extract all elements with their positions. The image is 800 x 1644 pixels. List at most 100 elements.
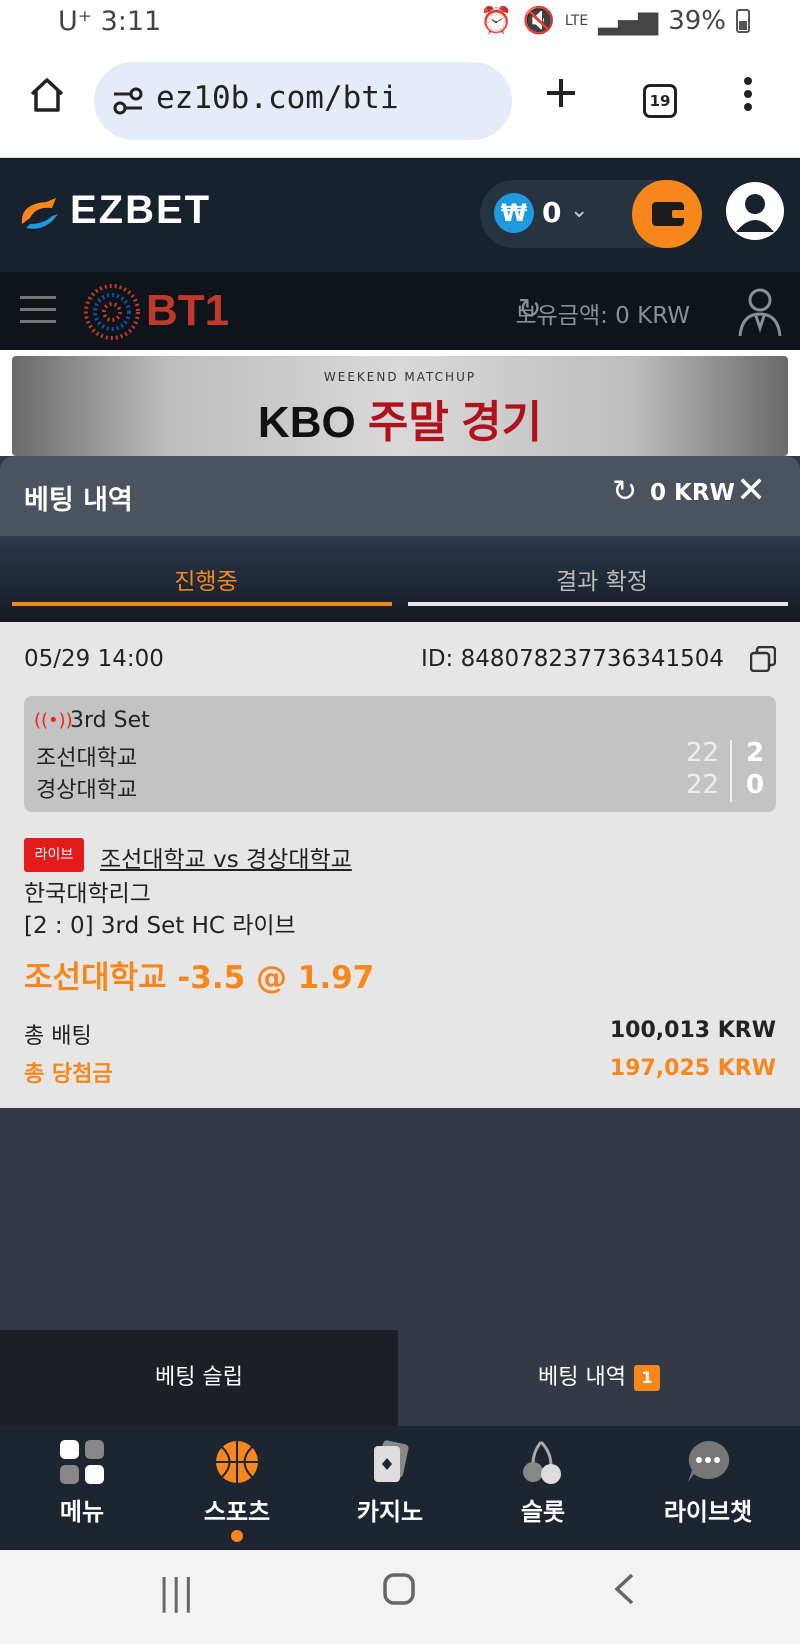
profile-avatar[interactable] <box>726 182 784 240</box>
hamburger-menu-icon[interactable] <box>20 296 56 326</box>
close-icon[interactable]: ✕ <box>736 470 766 511</box>
nav-livechat[interactable]: 라이브챗 <box>638 1438 778 1527</box>
total-stake-label: 총 배팅 <box>24 1024 92 1049</box>
ezbet-logo-icon[interactable] <box>16 194 64 234</box>
nav-slots-label: 슬롯 <box>520 1498 566 1526</box>
copy-icon[interactable] <box>750 646 776 672</box>
browser-toolbar: ez10b.com/bti 19 <box>0 50 800 158</box>
bet-slip-label: 베팅 슬립 <box>155 1365 243 1390</box>
address-bar[interactable]: ez10b.com/bti <box>94 62 512 140</box>
market-name: [2 : 0] 3rd Set HC 라이브 <box>24 913 296 939</box>
basketball-icon <box>216 1441 258 1483</box>
score-divider <box>730 740 732 802</box>
league-name: 한국대학리그 <box>24 881 151 907</box>
home-team-name: 조선대학교 <box>36 746 138 771</box>
more-options-icon[interactable] <box>742 76 754 118</box>
cherry-icon <box>523 1440 561 1484</box>
tab-in-progress[interactable]: 진행중 <box>12 536 400 622</box>
total-win-value: 197,025 KRW <box>609 1056 776 1081</box>
balance-label: 보유금액: 0 KRW <box>515 303 690 329</box>
bt1-brand-text: BT1 <box>146 286 230 335</box>
bet-history-tab[interactable]: 베팅 내역 1 <box>398 1330 800 1426</box>
back-icon[interactable] <box>612 1572 636 1615</box>
cashier-button[interactable] <box>632 180 702 248</box>
bet-history-count-badge: 1 <box>633 1365 660 1391</box>
nav-livechat-label: 라이브챗 <box>663 1498 753 1526</box>
alarm-icon: ⏰ <box>480 6 513 36</box>
tab-in-progress-label: 진행중 <box>174 569 238 595</box>
banner-title-part1: KBO <box>257 398 368 447</box>
nav-menu[interactable]: 메뉴 <box>12 1438 152 1527</box>
match-link[interactable]: 조선대학교 vs 경상대학교 <box>100 840 352 874</box>
new-tab-icon[interactable] <box>544 76 578 116</box>
bt1-dot-logo-icon <box>84 284 140 340</box>
site-logo[interactable]: EZBET <box>70 188 211 233</box>
bt1-logo[interactable]: BT1 <box>82 280 242 344</box>
cards-icon <box>374 1440 409 1482</box>
tab-switcher-button[interactable]: 19 <box>643 84 677 118</box>
nav-sports[interactable]: 스포츠 <box>167 1438 307 1527</box>
bet-id: ID: 848078237736341504 <box>421 646 724 672</box>
banner-title: KBO 주말 경기 <box>12 386 788 450</box>
away-team-sets: 0 <box>746 770 765 800</box>
android-navigation-bar: ||| <box>0 1550 800 1644</box>
live-broadcast-icon: ((•)) <box>34 710 73 731</box>
away-team-points: 22 <box>686 770 720 800</box>
slip-tabs: 베팅 슬립 베팅 내역 1 <box>0 1330 800 1426</box>
chevron-down-icon: ⌄ <box>570 198 589 223</box>
account-icon[interactable] <box>736 286 784 338</box>
nav-casino-label: 카지노 <box>356 1498 424 1526</box>
home-icon[interactable] <box>28 76 66 120</box>
site-header: EZBET ₩ 0 ⌄ <box>0 158 800 272</box>
inactive-tab-underline <box>408 602 788 606</box>
home-button-icon[interactable] <box>382 1572 416 1615</box>
tab-settled-label: 결과 확정 <box>556 569 648 595</box>
total-win-label: 총 당첨금 <box>24 1062 113 1087</box>
network-label: LTE <box>564 13 589 29</box>
battery-icon <box>736 9 750 33</box>
home-team-sets: 2 <box>746 738 765 768</box>
nav-sports-label: 스포츠 <box>203 1498 271 1526</box>
panel-balance: 0 KRW <box>650 480 735 506</box>
wallet-icon <box>652 202 686 226</box>
nav-slots[interactable]: 슬롯 <box>473 1438 613 1527</box>
banner-title-part2: 주말 경기 <box>367 398 543 447</box>
panel-header: 베팅 내역 ↻ 0 KRW ✕ <box>0 456 800 536</box>
live-scoreboard: ((•)) 3rd Set 조선대학교 경상대학교 22 22 2 0 <box>24 696 776 812</box>
tab-settled[interactable]: 결과 확정 <box>408 536 796 622</box>
grid-icon <box>60 1440 104 1484</box>
bottom-navigation: 메뉴 스포츠 카지노 슬롯 라이브챗 <box>0 1426 800 1550</box>
total-stake-value: 100,013 KRW <box>609 1018 776 1043</box>
bet-slip-tab[interactable]: 베팅 슬립 <box>0 1330 398 1426</box>
banner-subtitle: WEEKEND MATCHUP <box>323 370 477 384</box>
bet-selection: 조선대학교 -3.5 @ 1.97 <box>24 960 375 996</box>
bet-history-label: 베팅 내역 <box>538 1365 626 1390</box>
user-icon <box>736 194 774 232</box>
active-nav-indicator <box>231 1530 243 1542</box>
won-currency-icon: ₩ <box>494 193 534 233</box>
battery-percent: 39% <box>668 6 726 36</box>
promo-banner[interactable]: WEEKEND MATCHUP KBO 주말 경기 <box>12 356 788 456</box>
status-time: U⁺ 3:11 <box>58 6 162 37</box>
home-team-points: 22 <box>686 738 720 768</box>
signal-icon: ▂▄▆ <box>598 6 659 36</box>
mute-icon: 🔇 <box>522 6 555 36</box>
nav-menu-label: 메뉴 <box>59 1498 105 1526</box>
current-set: 3rd Set <box>70 708 150 733</box>
bet-card: 05/29 14:00 ID: 848078237736341504 ((•))… <box>0 622 800 1108</box>
bet-status-tabs: 진행중 결과 확정 <box>0 536 800 622</box>
chat-icon <box>688 1440 730 1482</box>
status-bar: U⁺ 3:11 ⏰ 🔇 LTE ▂▄▆ 39% <box>0 0 800 50</box>
site-settings-icon[interactable] <box>112 86 144 120</box>
status-icons: ⏰ 🔇 LTE ▂▄▆ 39% <box>480 6 750 36</box>
recent-apps-icon[interactable]: ||| <box>158 1572 194 1613</box>
wallet-amount: 0 <box>542 196 562 229</box>
live-badge: 라이브 <box>24 838 84 872</box>
refresh-icon[interactable]: ↻ <box>612 474 637 509</box>
url-text[interactable]: ez10b.com/bti <box>156 80 399 116</box>
away-team-name: 경상대학교 <box>36 778 138 803</box>
sportsbook-header: BT1 ↻ 보유금액: 0 KRW <box>0 272 800 350</box>
active-tab-underline <box>12 602 392 606</box>
nav-casino[interactable]: 카지노 <box>320 1438 460 1527</box>
bet-date: 05/29 14:00 <box>24 646 164 672</box>
